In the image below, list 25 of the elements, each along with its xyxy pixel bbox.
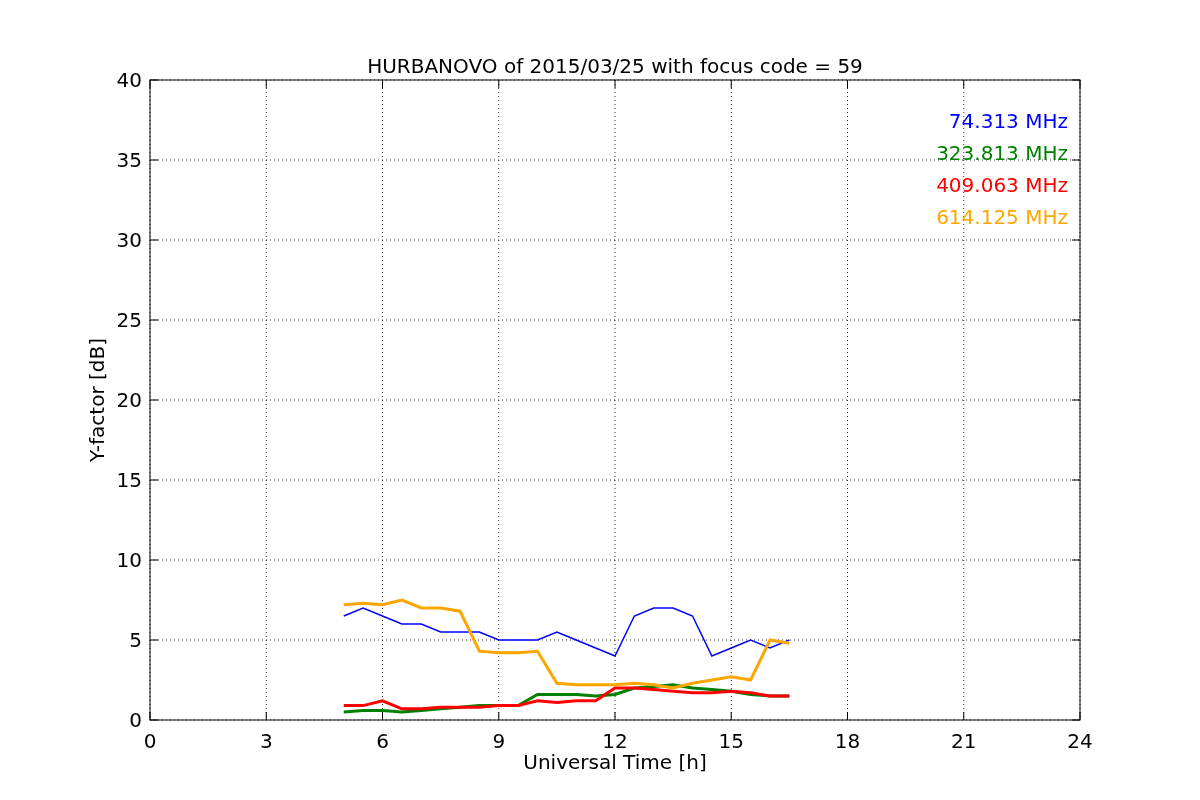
- x-tick-label: 12: [602, 729, 628, 753]
- y-tick-label: 10: [116, 548, 142, 572]
- y-tick-label: 35: [116, 148, 142, 172]
- y-tick-label: 20: [116, 388, 142, 412]
- y-tick-label: 40: [116, 68, 142, 92]
- legend-label: 409.063 MHz: [936, 173, 1068, 197]
- x-tick-label: 6: [376, 729, 389, 753]
- y-tick-label: 0: [129, 708, 142, 732]
- legend-label: 323.813 MHz: [936, 141, 1068, 165]
- y-tick-label: 25: [116, 308, 142, 332]
- x-tick-label: 24: [1067, 729, 1093, 753]
- y-tick-label: 30: [116, 228, 142, 252]
- y-axis-label: Y-factor [dB]: [85, 338, 109, 462]
- x-tick-label: 0: [143, 729, 157, 753]
- x-tick-label: 15: [718, 729, 744, 753]
- x-tick-label: 3: [259, 729, 273, 753]
- x-axis-label: Universal Time [h]: [523, 750, 707, 774]
- chart-title: HURBANOVO of 2015/03/25 with focus code = 59: [367, 54, 863, 78]
- x-tick-label: 9: [492, 729, 506, 753]
- x-tick-label: 21: [951, 729, 977, 753]
- legend-label: 74.313 MHz: [948, 109, 1068, 133]
- y-tick-label: 15: [116, 468, 142, 492]
- x-tick-label: 18: [834, 729, 861, 753]
- y-tick-label: 5: [129, 628, 142, 652]
- legend-label: 614.125 MHz: [936, 205, 1068, 229]
